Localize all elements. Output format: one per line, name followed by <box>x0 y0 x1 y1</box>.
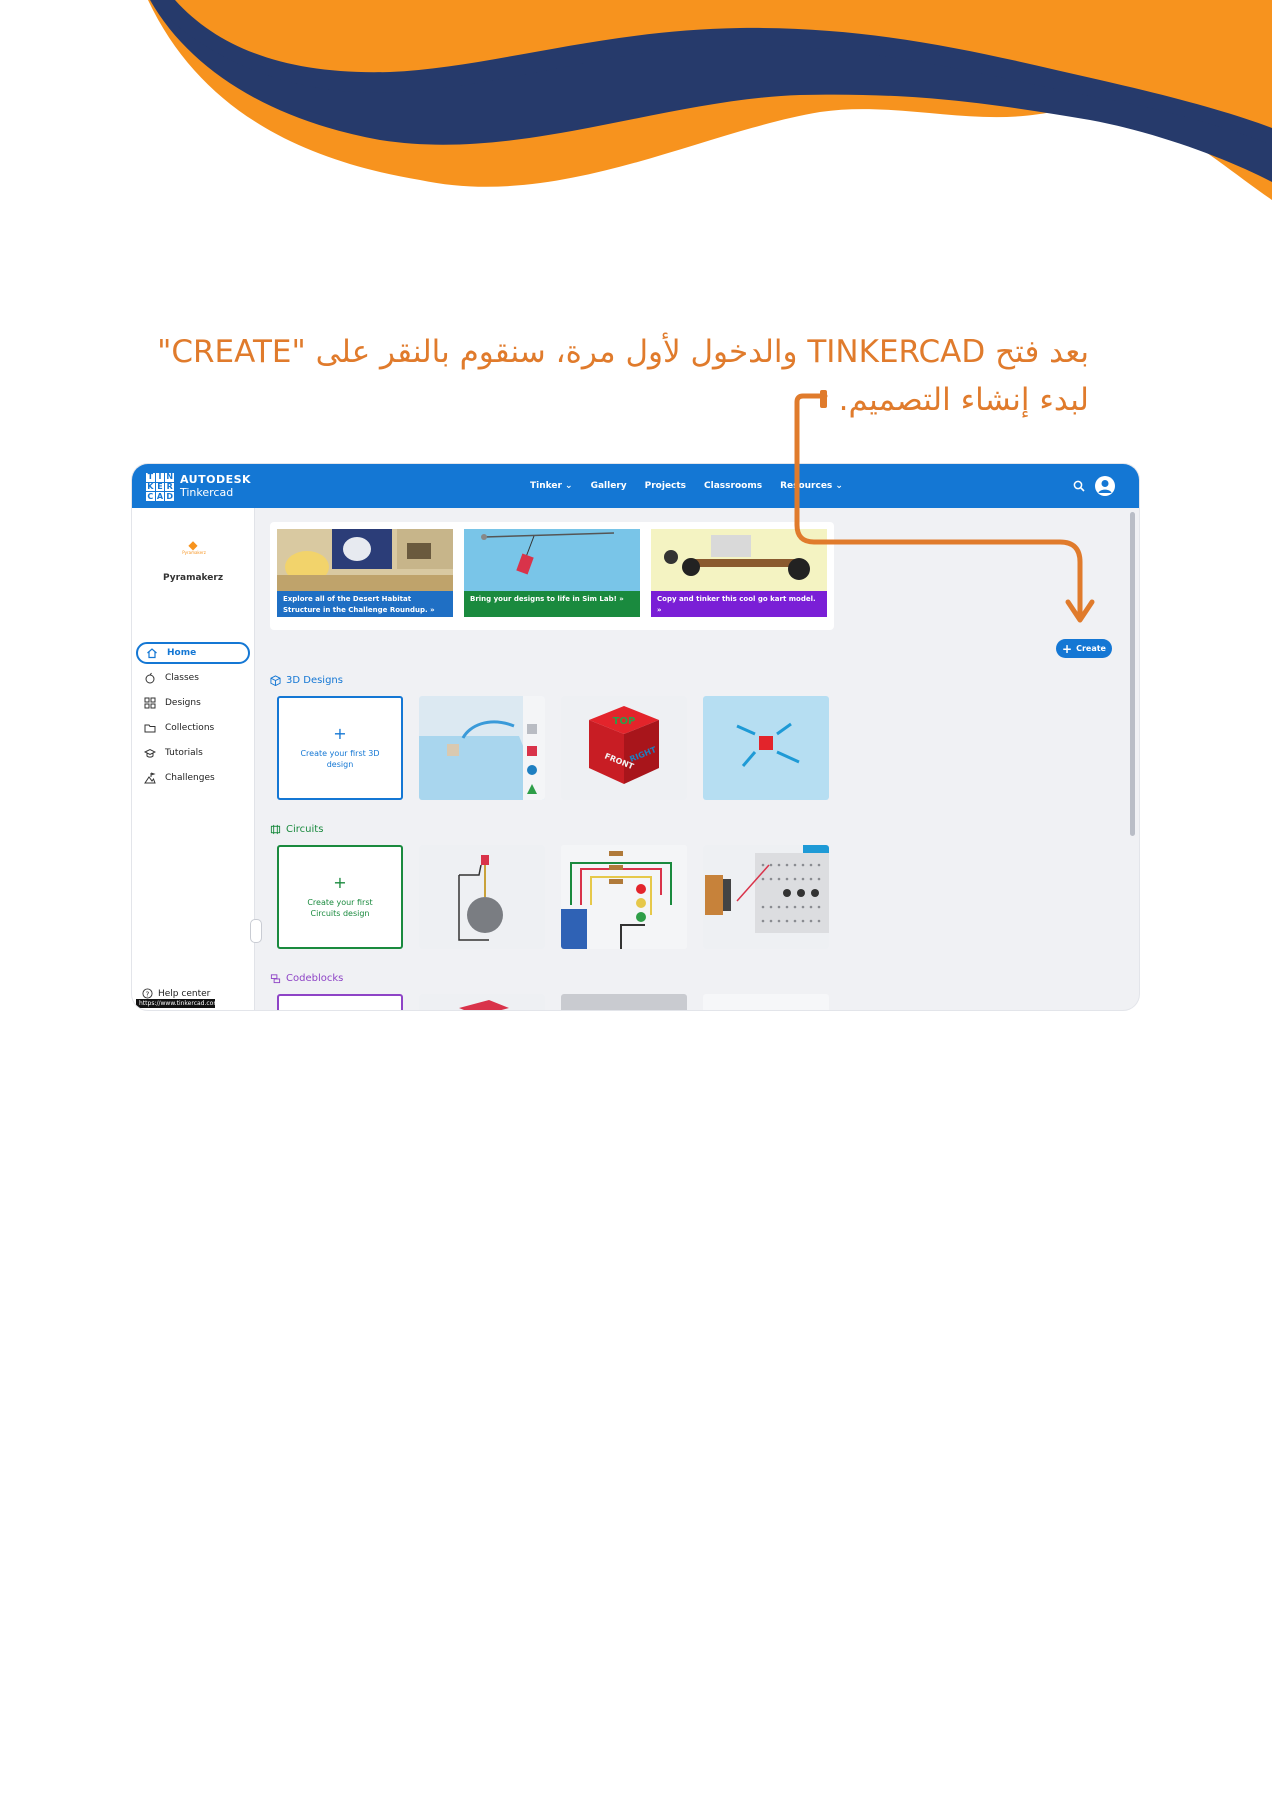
org-logo-text: Pyramakerz <box>182 550 206 555</box>
design-thumbnail-view-cube[interactable]: TOP FRONT RIGHT <box>561 696 687 800</box>
folder-icon <box>144 724 156 733</box>
search-icon[interactable] <box>1073 480 1085 492</box>
section-codeblocks-title: Codeblocks <box>270 973 343 984</box>
sidebar-item-classes[interactable]: Classes <box>136 667 250 689</box>
sidebar-item-label: Classes <box>165 673 199 683</box>
sidebar-item-collections[interactable]: Collections <box>136 717 250 739</box>
instruction-text: بعد فتح TINKERCAD والدخول لأول مرة، سنقو… <box>157 328 1089 424</box>
go-kart-image <box>651 529 827 591</box>
promo-banner-go-kart[interactable]: Copy and tinker this cool go kart model.… <box>651 529 827 617</box>
led-battery-thumbnail <box>419 845 545 949</box>
tinkercad-logo[interactable]: T I N K E R C A D <box>146 473 174 501</box>
banner-caption: Bring your designs to life in Sim Lab! » <box>464 591 640 617</box>
workplane-thumbnail <box>419 696 545 800</box>
create-first-codeblocks-design-card[interactable] <box>277 994 403 1010</box>
sidebar-item-label: Designs <box>165 698 201 708</box>
grid-icon <box>144 697 156 709</box>
create-first-circuits-design-card[interactable]: + Create your first Circuits design <box>277 845 403 949</box>
header-wave-decoration <box>148 0 1272 200</box>
nav-resources[interactable]: Resources ⌄ <box>780 481 843 491</box>
sidebar-item-home[interactable]: Home <box>136 642 250 664</box>
nav-tinker[interactable]: Tinker ⌄ <box>530 481 573 491</box>
codeblocks-thumbnail <box>419 994 545 1010</box>
codeblocks-icon <box>270 974 281 984</box>
plus-icon: + <box>333 724 347 743</box>
sidebar-item-tutorials[interactable]: Tutorials <box>136 742 250 764</box>
sidebar-item-label: Home <box>167 648 197 658</box>
mountain-flag-icon <box>144 772 156 784</box>
create-first-3d-design-card[interactable]: + Create your first 3D design <box>277 696 403 800</box>
circuit-thumbnail-breadboard[interactable] <box>703 845 829 949</box>
create-button[interactable]: + Create <box>1056 639 1112 658</box>
arduino-leds-thumbnail <box>561 845 687 949</box>
sidebar: ◆ Pyramakerz Pyramakerz Home Classes Des… <box>132 508 255 1010</box>
promo-banners: Explore all of the Desert Habitat Struct… <box>270 522 834 630</box>
breadboard-thumbnail <box>703 845 829 949</box>
user-avatar-icon[interactable] <box>1095 476 1115 496</box>
sidebar-collapse-handle[interactable] <box>250 919 262 943</box>
page-scrollbar[interactable] <box>1130 512 1135 836</box>
main-nav: Tinker ⌄ Gallery Projects Classrooms Res… <box>530 464 843 508</box>
codeblocks-thumbnail-2[interactable] <box>561 994 687 1010</box>
sidebar-item-challenges[interactable]: Challenges <box>136 767 250 789</box>
nav-gallery[interactable]: Gallery <box>591 481 627 491</box>
instruction-line-2: لبدء إنشاء التصميم. <box>838 382 1089 418</box>
home-icon <box>147 648 157 659</box>
plus-icon: + <box>333 873 347 892</box>
org-logo-icon: ◆ <box>188 538 198 552</box>
org-name: Pyramakerz <box>162 573 224 583</box>
sim-lab-image <box>464 529 640 591</box>
design-thumbnail-move-arrows[interactable] <box>703 696 829 800</box>
brand-tinkercad: Tinkercad <box>180 486 234 499</box>
section-3d-designs-title: 3D Designs <box>270 675 343 686</box>
desert-habitat-image <box>277 529 453 591</box>
help-center-link[interactable]: ? Help center <box>142 988 210 999</box>
top-navigation-bar: T I N K E R C A D AUTODESK Tinkercad Tin… <box>132 464 1139 508</box>
nav-projects[interactable]: Projects <box>645 481 686 491</box>
banner-caption: Copy and tinker this cool go kart model.… <box>651 591 827 617</box>
cube-icon <box>270 675 281 686</box>
section-circuits-title: Circuits <box>270 824 323 835</box>
svg-text:?: ? <box>146 989 150 998</box>
sidebar-item-label: Tutorials <box>165 748 203 758</box>
url-tooltip: https://www.tinkercad.com <box>136 999 219 1008</box>
brand-autodesk: AUTODESK <box>180 473 252 486</box>
plus-icon: + <box>1062 641 1073 656</box>
design-thumbnail-workplane[interactable] <box>419 696 545 800</box>
banner-caption: Explore all of the Desert Habitat Struct… <box>277 591 453 617</box>
circuit-thumbnail-led-battery[interactable] <box>419 845 545 949</box>
nav-classrooms[interactable]: Classrooms <box>704 481 762 491</box>
promo-banner-sim-lab[interactable]: Bring your designs to life in Sim Lab! » <box>464 529 640 617</box>
sidebar-item-label: Collections <box>165 723 215 733</box>
circuit-thumbnail-arduino-leds[interactable] <box>561 845 687 949</box>
circuit-board-icon <box>270 824 281 835</box>
help-icon: ? <box>142 988 153 999</box>
instruction-line-1: بعد فتح TINKERCAD والدخول لأول مرة، سنقو… <box>157 334 1089 370</box>
sidebar-item-label: Challenges <box>165 773 215 783</box>
tinkercad-screenshot: T I N K E R C A D AUTODESK Tinkercad Tin… <box>132 464 1139 1010</box>
graduation-cap-icon <box>144 748 156 758</box>
promo-banner-desert-habitat[interactable]: Explore all of the Desert Habitat Struct… <box>277 529 453 617</box>
codeblocks-thumbnail-1[interactable] <box>419 994 545 1010</box>
move-arrows-thumbnail <box>703 696 829 800</box>
sidebar-item-designs[interactable]: Designs <box>136 692 250 714</box>
apple-icon <box>145 672 155 684</box>
view-cube-thumbnail: TOP FRONT RIGHT <box>561 696 687 800</box>
cube-label-top: TOP <box>613 716 636 727</box>
codeblocks-thumbnail-3[interactable] <box>703 994 829 1010</box>
